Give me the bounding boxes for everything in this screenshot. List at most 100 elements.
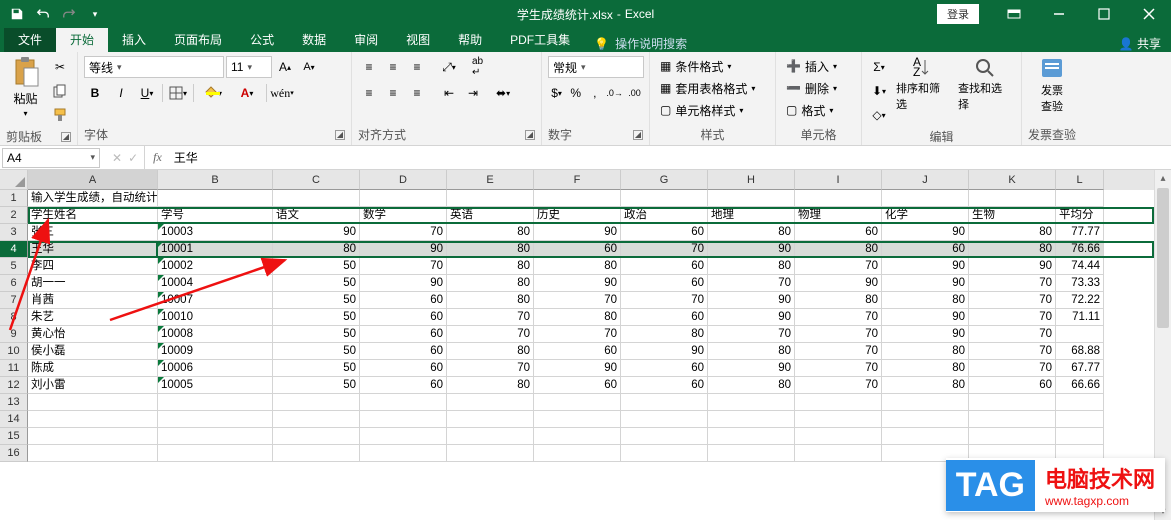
- copy-icon[interactable]: [49, 80, 71, 102]
- increase-font-icon[interactable]: A▴: [274, 56, 296, 78]
- decrease-decimal-icon[interactable]: .00: [626, 82, 643, 104]
- cell-styles-button[interactable]: ▢单元格样式▾: [656, 100, 759, 120]
- cell[interactable]: 70: [447, 309, 534, 326]
- cell[interactable]: [360, 190, 447, 207]
- cell[interactable]: 80: [795, 241, 882, 258]
- cell[interactable]: 50: [273, 258, 360, 275]
- cell[interactable]: [534, 428, 621, 445]
- wrap-text-icon[interactable]: ab↵: [468, 56, 487, 78]
- cell[interactable]: 80: [273, 241, 360, 258]
- tab-help[interactable]: 帮助: [444, 27, 496, 52]
- row-header[interactable]: 16: [0, 445, 28, 462]
- save-icon[interactable]: [6, 3, 28, 25]
- cell[interactable]: 历史: [534, 207, 621, 224]
- cell[interactable]: 10006: [158, 360, 273, 377]
- tab-pdf[interactable]: PDF工具集: [496, 27, 584, 52]
- cell[interactable]: 90: [882, 224, 969, 241]
- cell[interactable]: 60: [969, 377, 1056, 394]
- cell[interactable]: 70: [621, 292, 708, 309]
- align-middle-icon[interactable]: ≡: [382, 56, 404, 78]
- column-header-F[interactable]: F: [534, 170, 621, 190]
- cell[interactable]: 10001: [158, 241, 273, 258]
- orientation-icon[interactable]: ⤢▾: [438, 56, 460, 78]
- cell[interactable]: 60: [360, 326, 447, 343]
- cell[interactable]: 80: [447, 275, 534, 292]
- font-name-combo[interactable]: 等线▾: [84, 56, 224, 78]
- tab-file[interactable]: 文件: [4, 27, 56, 52]
- cell[interactable]: 70: [969, 343, 1056, 360]
- cell[interactable]: 60: [360, 309, 447, 326]
- cell[interactable]: [447, 445, 534, 462]
- cell[interactable]: 政治: [621, 207, 708, 224]
- find-select-button[interactable]: 查找和选择: [956, 54, 1014, 114]
- cell[interactable]: 60: [360, 377, 447, 394]
- autosum-icon[interactable]: Σ▾: [868, 56, 890, 78]
- row-header[interactable]: 1: [0, 190, 28, 207]
- cell[interactable]: 10008: [158, 326, 273, 343]
- underline-button[interactable]: U▾: [136, 82, 158, 104]
- insert-cells-button[interactable]: ➕插入▾: [782, 56, 841, 76]
- cell[interactable]: 肖茜: [28, 292, 158, 309]
- cell[interactable]: [795, 411, 882, 428]
- cell[interactable]: 60: [795, 224, 882, 241]
- font-dialog-icon[interactable]: ◢: [335, 130, 345, 140]
- cell[interactable]: 50: [273, 275, 360, 292]
- cell[interactable]: 陈成: [28, 360, 158, 377]
- format-table-button[interactable]: ▦套用表格格式▾: [656, 78, 759, 98]
- cell[interactable]: [795, 394, 882, 411]
- cell[interactable]: 60: [621, 258, 708, 275]
- tab-review[interactable]: 审阅: [340, 27, 392, 52]
- cell[interactable]: [795, 190, 882, 207]
- cell[interactable]: 90: [273, 224, 360, 241]
- cell[interactable]: [795, 445, 882, 462]
- cell[interactable]: [28, 394, 158, 411]
- cell[interactable]: [621, 428, 708, 445]
- cell[interactable]: 80: [534, 258, 621, 275]
- cell[interactable]: [882, 190, 969, 207]
- align-left-icon[interactable]: ≡: [358, 82, 380, 104]
- cell[interactable]: [158, 428, 273, 445]
- minimize-icon[interactable]: [1036, 0, 1081, 28]
- cell[interactable]: 地理: [708, 207, 795, 224]
- cell[interactable]: 60: [621, 360, 708, 377]
- cell[interactable]: 90: [882, 309, 969, 326]
- cell[interactable]: 80: [447, 292, 534, 309]
- cell[interactable]: [708, 428, 795, 445]
- sort-filter-button[interactable]: AZ 排序和筛选: [894, 54, 952, 114]
- cell[interactable]: 10002: [158, 258, 273, 275]
- cell[interactable]: 80: [882, 292, 969, 309]
- cell[interactable]: [621, 445, 708, 462]
- align-center-icon[interactable]: ≡: [382, 82, 404, 104]
- share-button[interactable]: 👤 共享: [1119, 35, 1161, 52]
- font-size-combo[interactable]: 11▾: [226, 56, 272, 78]
- cell[interactable]: 70: [969, 292, 1056, 309]
- cell[interactable]: 60: [360, 292, 447, 309]
- cell[interactable]: [534, 394, 621, 411]
- cell[interactable]: 60: [621, 275, 708, 292]
- cell[interactable]: 74.44: [1056, 258, 1104, 275]
- cell[interactable]: [621, 190, 708, 207]
- percent-icon[interactable]: %: [567, 82, 584, 104]
- cell[interactable]: 60: [360, 360, 447, 377]
- cell[interactable]: 60: [534, 241, 621, 258]
- border-icon[interactable]: ▾: [167, 82, 189, 104]
- cell[interactable]: [273, 190, 360, 207]
- cell[interactable]: 70: [360, 258, 447, 275]
- login-button[interactable]: 登录: [937, 4, 979, 24]
- fill-icon[interactable]: ⬇▾: [868, 80, 890, 102]
- cell[interactable]: 80: [969, 241, 1056, 258]
- cell[interactable]: 80: [708, 377, 795, 394]
- cancel-formula-icon[interactable]: ✕: [112, 151, 122, 165]
- cell[interactable]: 50: [273, 292, 360, 309]
- number-dialog-icon[interactable]: ◢: [633, 130, 643, 140]
- cell[interactable]: [273, 445, 360, 462]
- cell[interactable]: 80: [447, 343, 534, 360]
- clipboard-dialog-icon[interactable]: ◢: [61, 132, 71, 142]
- cell[interactable]: 70: [969, 309, 1056, 326]
- formula-input[interactable]: [170, 151, 1171, 165]
- row-header[interactable]: 15: [0, 428, 28, 445]
- column-header-D[interactable]: D: [360, 170, 447, 190]
- cell[interactable]: 80: [708, 258, 795, 275]
- cell[interactable]: 60: [360, 343, 447, 360]
- cell[interactable]: [447, 411, 534, 428]
